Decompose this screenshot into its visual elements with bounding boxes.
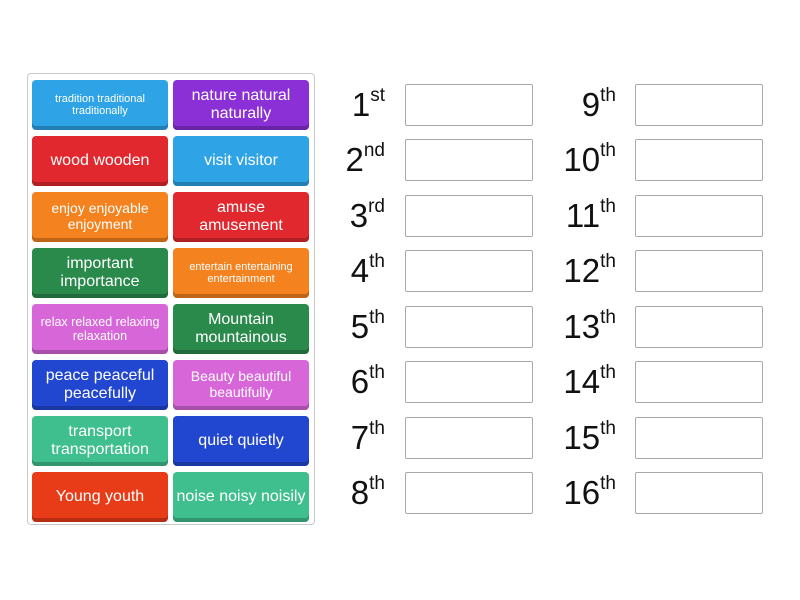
word-tile-13[interactable]: transport transportation	[32, 416, 168, 466]
drop-slot-8[interactable]	[405, 472, 533, 514]
drop-slot-16[interactable]	[635, 472, 763, 514]
word-tile-14[interactable]: quiet quietly	[173, 416, 309, 466]
drop-slot-2[interactable]	[405, 139, 533, 181]
slot-label-11: 11th	[565, 196, 616, 234]
tile-label: nature natural naturally	[191, 87, 291, 122]
slot-label-5: 5th	[350, 307, 385, 345]
tile-label: wood wooden	[50, 152, 150, 170]
word-tile-3[interactable]: wood wooden	[32, 136, 168, 186]
drop-slot-6[interactable]	[405, 361, 533, 403]
word-tile-6[interactable]: amuse amusement	[173, 192, 309, 242]
slot-label-3: 3rd	[349, 196, 385, 234]
word-tile-7[interactable]: important importance	[32, 248, 168, 298]
drop-slot-1[interactable]	[405, 84, 533, 126]
tile-label: amuse amusement	[199, 199, 283, 234]
tile-label: entertain entertaining entertainment	[189, 260, 293, 285]
drop-slot-10[interactable]	[635, 139, 763, 181]
drop-slot-13[interactable]	[635, 306, 763, 348]
word-tile-4[interactable]: visit visitor	[173, 136, 309, 186]
word-tile-12[interactable]: Beauty beautiful beautifully	[173, 360, 309, 410]
drop-slot-12[interactable]	[635, 250, 763, 292]
slot-label-16: 16th	[563, 473, 616, 511]
word-tile-15[interactable]: Young youth	[32, 472, 168, 522]
word-tile-8[interactable]: entertain entertaining entertainment	[173, 248, 309, 298]
drop-slot-11[interactable]	[635, 195, 763, 237]
slot-label-2: 2nd	[345, 140, 386, 178]
word-tiles-panel: tradition traditional traditionally natu…	[27, 73, 315, 525]
drop-slot-15[interactable]	[635, 417, 763, 459]
tile-label: quiet quietly	[198, 432, 284, 450]
slot-label-7: 7th	[350, 418, 385, 456]
slot-label-10: 10th	[563, 140, 616, 178]
tile-label: peace peaceful peacefully	[45, 367, 155, 402]
word-tile-1[interactable]: tradition traditional traditionally	[32, 80, 168, 130]
tile-label: Young youth	[55, 488, 145, 506]
word-tile-16[interactable]: noise noisy noisily	[173, 472, 309, 522]
slot-label-8: 8th	[350, 473, 385, 511]
drop-slot-7[interactable]	[405, 417, 533, 459]
word-tile-9[interactable]: relax relaxed relaxing relaxation	[32, 304, 168, 354]
tile-label: Mountain mountainous	[195, 311, 287, 346]
tile-label: tradition traditional traditionally	[55, 92, 145, 117]
tile-label: transport transportation	[51, 423, 149, 458]
tile-label: Beauty beautiful beautifully	[190, 368, 292, 400]
slot-label-14: 14th	[563, 362, 616, 400]
tile-label: relax relaxed relaxing relaxation	[40, 315, 160, 343]
word-tile-2[interactable]: nature natural naturally	[173, 80, 309, 130]
tile-label: enjoy enjoyable enjoyment	[51, 200, 149, 232]
slot-label-13: 13th	[563, 307, 616, 345]
drop-slot-5[interactable]	[405, 306, 533, 348]
tile-label: visit visitor	[204, 152, 278, 170]
slot-label-12: 12th	[563, 251, 616, 289]
tile-label: important importance	[60, 255, 140, 290]
slot-label-15: 15th	[563, 418, 616, 456]
word-tile-10[interactable]: Mountain mountainous	[173, 304, 309, 354]
slot-label-4: 4th	[350, 251, 385, 289]
word-tile-5[interactable]: enjoy enjoyable enjoyment	[32, 192, 168, 242]
slot-label-9: 9th	[581, 85, 616, 123]
drop-slot-3[interactable]	[405, 195, 533, 237]
drop-slot-14[interactable]	[635, 361, 763, 403]
word-tile-11[interactable]: peace peaceful peacefully	[32, 360, 168, 410]
tile-label: noise noisy noisily	[176, 488, 306, 506]
drop-slot-9[interactable]	[635, 84, 763, 126]
slot-label-6: 6th	[350, 362, 385, 400]
slot-label-1: 1st	[351, 85, 385, 123]
drop-slot-4[interactable]	[405, 250, 533, 292]
